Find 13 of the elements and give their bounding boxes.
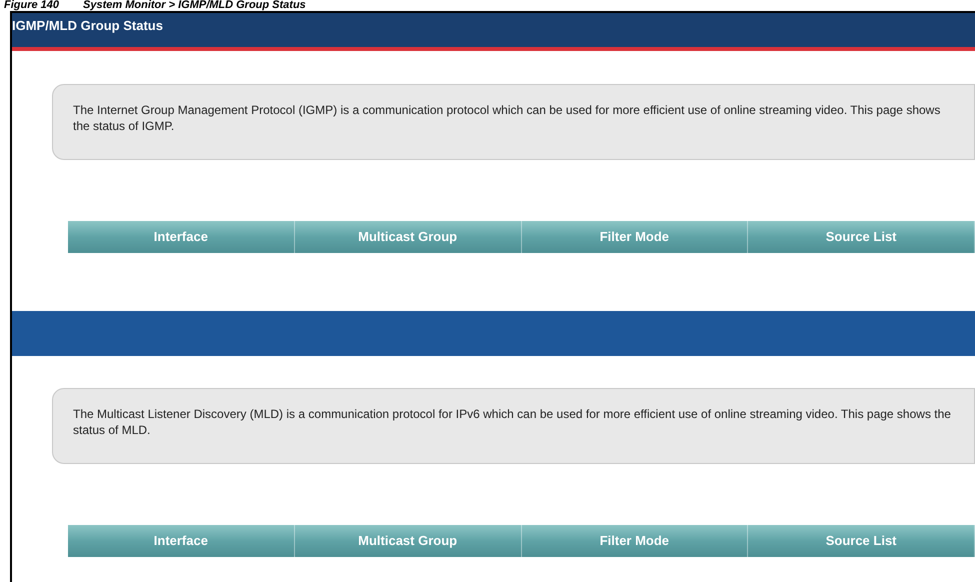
column-header: Filter Mode [522, 221, 748, 253]
page-title: IGMP/MLD Group Status [12, 17, 163, 35]
column-header: Multicast Group [294, 525, 522, 557]
figure-number: Figure 140 [4, 0, 60, 11]
description-text: The Multicast Listener Discovery (MLD) is a communication protocol for IPv6 which can be used for more efficient use of online streaming video. This page shows the status of MLD. [52, 388, 975, 464]
column-header: Filter Mode [522, 525, 748, 557]
description-text: The Internet Group Management Protocol (IGMP) is a communication protocol which can be used for more efficient use of online streaming video. This page shows the status of IGMP. [52, 84, 975, 160]
column-header: Interface [68, 221, 295, 253]
column-header: Interface [68, 525, 295, 557]
figure-title: System Monitor > IGMP/MLD Group Status [83, 0, 306, 11]
column-header: Source List [748, 221, 975, 253]
column-header: Source List [748, 525, 975, 557]
column-header: Multicast Group [294, 221, 522, 253]
